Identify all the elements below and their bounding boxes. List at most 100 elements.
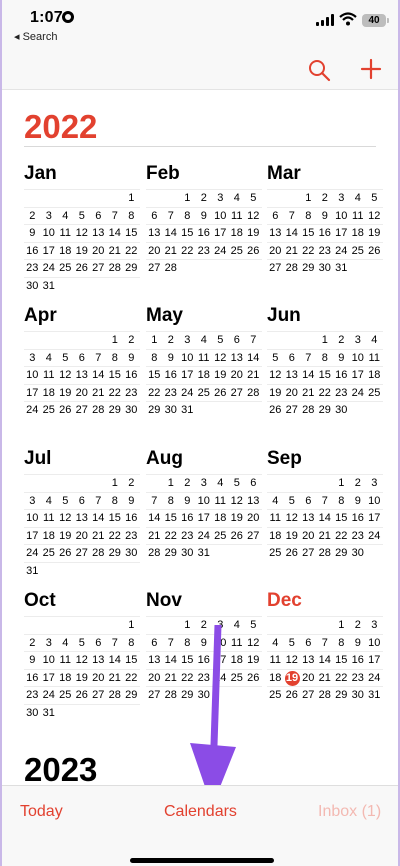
month-weeks: 1 2 3 4 5 6 7 8 9 10 11 12 13 14 15 16 17 18 19 20 21 22 23 24 2… (146, 474, 262, 562)
week-row: 9 10 11 12 13 14 15 (24, 224, 140, 242)
day: 30 (125, 404, 138, 416)
day: 18 (197, 369, 210, 381)
day: 29 (125, 262, 138, 274)
day: 15 (108, 369, 121, 381)
day: 15 (108, 512, 121, 524)
month-feb[interactable]: Feb 1 2 3 4 5 6 7 8 9 10 11 12 13 14 15 16 17 18 19 20 21 22 23… (146, 162, 262, 277)
day: 11 (59, 654, 71, 666)
day: 26 (75, 262, 88, 274)
day: 3 (371, 619, 378, 631)
day: 14 (148, 512, 161, 524)
add-event-icon[interactable] (358, 56, 384, 82)
status-bar: 1:07 ◂ Search 40 (2, 0, 398, 50)
day: 12 (75, 654, 88, 666)
back-to-search-link[interactable]: ◂ Search (14, 30, 57, 43)
month-weeks: 1 2 3 4 5 6 7 8 9 10 11 12 13 14 15 16 17 18 19 20 21 22 23 24 2… (24, 331, 140, 419)
tab-inbox[interactable]: Inbox (1) (318, 803, 381, 821)
day: 30 (335, 404, 348, 416)
tab-today[interactable]: Today (20, 803, 63, 821)
day: 16 (26, 671, 39, 684)
day: 8 (128, 209, 135, 222)
day: 7 (167, 636, 174, 649)
day: 21 (108, 671, 121, 684)
search-icon[interactable] (307, 58, 331, 82)
day: 14 (247, 351, 260, 364)
day: 11 (214, 494, 226, 507)
day: 17 (368, 512, 381, 524)
day: 2 (29, 209, 36, 222)
calendar-app-screen: 1:07 ◂ Search 40 2022 Jan 1 2 3 4 5 6 7 8 9 10 11 12… (0, 0, 400, 866)
day: 22 (181, 671, 194, 684)
day: 25 (368, 386, 381, 399)
day: 14 (108, 654, 121, 666)
day: 5 (78, 209, 85, 222)
day: 28 (108, 689, 121, 701)
month-jun[interactable]: Jun 1 2 3 4 5 6 7 8 9 10 11 12 13 14 15 16 17 18 19 20 21 22 23… (267, 304, 383, 419)
day: 1 (128, 192, 135, 204)
tab-calendars[interactable]: Calendars (164, 803, 237, 821)
day: 6 (305, 636, 312, 649)
day: 3 (29, 494, 36, 507)
day: 22 (335, 671, 348, 684)
day: 16 (351, 654, 364, 666)
month-may[interactable]: May 1 2 3 4 5 6 7 8 9 10 11 12 13 14 15 16 17 18 19 20 21 22 23… (146, 304, 262, 419)
week-row: 25 26 27 28 29 30 (267, 544, 383, 562)
day: 10 (197, 494, 210, 507)
week-row: 123456 (146, 474, 262, 492)
day: 19 (285, 529, 298, 542)
day: 2 (184, 477, 191, 489)
day: 19 (230, 512, 243, 524)
day: 1 (305, 192, 312, 204)
day: 3 (338, 192, 345, 204)
day: 10 (26, 512, 39, 524)
day: 12 (285, 512, 298, 524)
day: 12 (247, 209, 260, 222)
day: 27 (285, 404, 298, 416)
day: 15 (318, 369, 331, 381)
month-oct[interactable]: Oct 1 2 3 4 5 6 7 8 9 10 11 12 13 14 15 16 17 18 19 20 21 22 23… (24, 589, 140, 721)
week-row: 11 12 13 14 15 16 17 (267, 509, 383, 527)
day: 21 (318, 671, 331, 684)
day: 5 (272, 351, 279, 364)
day: 12 (269, 369, 282, 381)
week-row: 11 12 13 14 15 16 17 (267, 651, 383, 669)
day: 21 (164, 244, 177, 257)
week-row: 12345 (146, 616, 262, 634)
day: 7 (95, 351, 102, 364)
day: 7 (95, 494, 102, 507)
month-jul[interactable]: Jul 1 2 3 4 5 6 7 8 9 10 11 12 13 14 15 16 17 18 19 20 21 22 23… (24, 447, 140, 579)
year-title[interactable]: 2022 (24, 108, 97, 146)
day: 5 (288, 494, 295, 507)
month-jan[interactable]: Jan 1 2 3 4 5 6 7 8 9 10 11 12 13 14 15 16 17 18 19 20 21 22 23… (24, 162, 140, 294)
home-indicator[interactable] (130, 858, 274, 863)
day: 16 (197, 227, 210, 239)
day: 24 (351, 386, 364, 399)
day: 9 (128, 494, 135, 507)
day: 1 (321, 334, 328, 346)
day: 15 (181, 227, 194, 239)
week-row: 7 8 9 10 11 12 13 (146, 491, 262, 510)
next-year-title[interactable]: 2023 (24, 751, 97, 789)
month-dec[interactable]: Dec 1 2 3 4 5 6 7 8 9 10 11 12 13 14 15 16 17 18 19 20 21 22 23… (267, 589, 383, 704)
day: 30 (164, 404, 177, 416)
day: 25 (351, 244, 364, 257)
month-sep[interactable]: Sep 1 2 3 4 5 6 7 8 9 10 11 12 13 14 15 16 17 18 19 20 21 22 23… (267, 447, 383, 562)
day: 20 (148, 244, 161, 257)
day: 27 (148, 262, 161, 274)
month-nov[interactable]: Nov 1 2 3 4 5 6 7 8 9 10 11 12 13 14 15 16 17 18 19 20 21 22 23… (146, 589, 262, 704)
week-row: 123 (267, 474, 383, 492)
week-row: 16 17 18 19 20 21 22 (24, 241, 140, 260)
day: 4 (233, 192, 240, 204)
day: 19 (59, 386, 72, 399)
month-apr[interactable]: Apr 1 2 3 4 5 6 7 8 9 10 11 12 13 14 15 16 17 18 19 20 21 22 23… (24, 304, 140, 419)
day: 23 (26, 689, 39, 701)
day: 28 (302, 404, 315, 416)
week-row: 17 18 19 20 21 22 23 (24, 526, 140, 545)
month-mar[interactable]: Mar 1 2 3 4 5 6 7 8 9 10 11 12 13 14 15 16 17 18 19 20 21 22 23… (267, 162, 383, 277)
day: 8 (338, 494, 345, 507)
month-aug[interactable]: Aug 1 2 3 4 5 6 7 8 9 10 11 12 13 14 15 16 17 18 19 20 21 22 23… (146, 447, 262, 562)
week-row: 25 26 27 28 29 30 31 (267, 686, 383, 704)
day: 25 (269, 547, 282, 559)
day: 11 (231, 636, 243, 649)
day: 5 (78, 636, 85, 649)
